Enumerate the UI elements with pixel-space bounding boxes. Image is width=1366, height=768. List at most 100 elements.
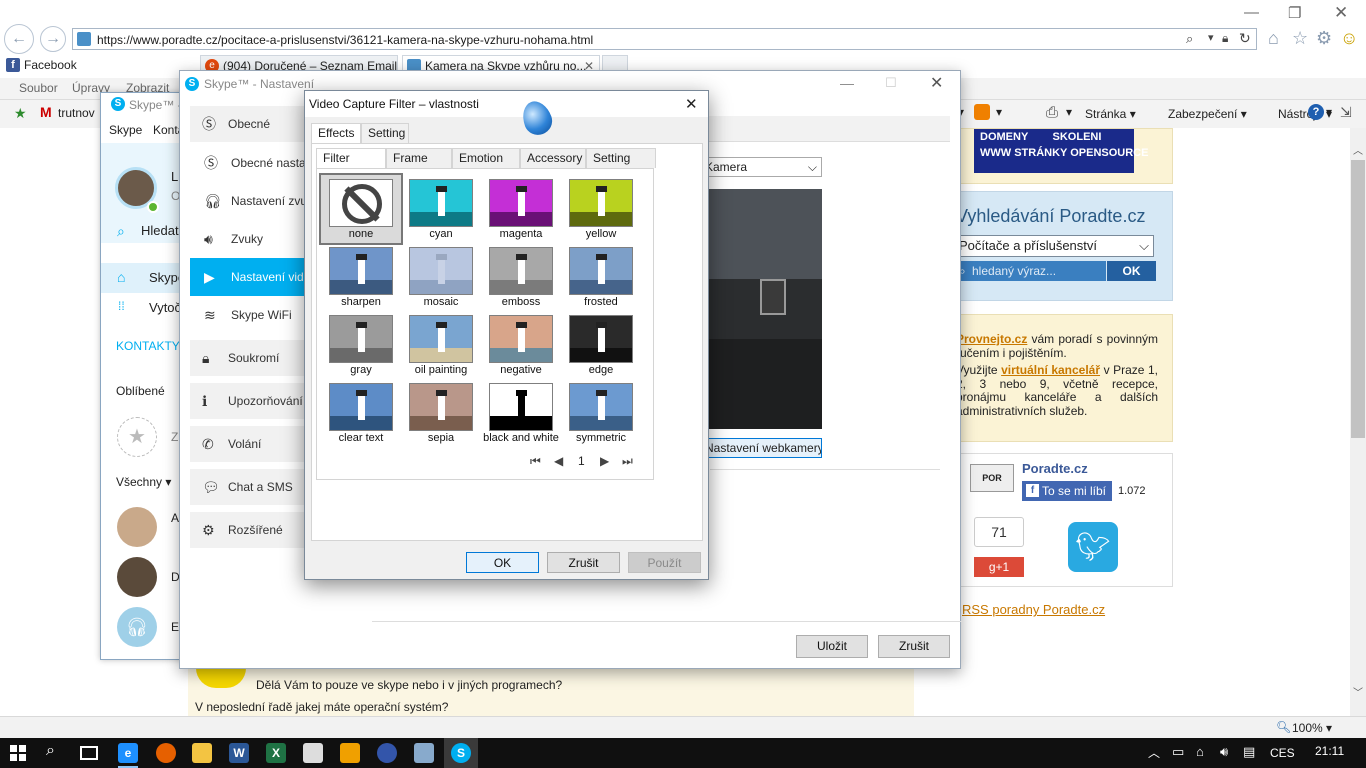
- headset-icon[interactable]: 🎧︎: [117, 607, 157, 647]
- battery-icon[interactable]: ▭: [1172, 744, 1184, 760]
- first-page-icon[interactable]: ⏮: [530, 454, 541, 469]
- maximize-icon[interactable]: ☐: [885, 75, 897, 91]
- subtab-accessory[interactable]: Accessory: [520, 148, 586, 168]
- apply-button[interactable]: Použít: [628, 552, 701, 573]
- category-privacy[interactable]: 🔒︎ Soukromí: [190, 340, 310, 376]
- sub-video-settings[interactable]: ▶ Nastavení videa: [190, 258, 310, 296]
- all-contacts-filter[interactable]: Všechny ▾: [116, 475, 171, 489]
- sub-sounds[interactable]: 🔊︎ Zvuky: [190, 220, 310, 258]
- prev-page-icon[interactable]: ◀: [554, 454, 563, 468]
- skype-taskbar-active[interactable]: S: [444, 738, 478, 768]
- help-icon[interactable]: ?: [1308, 104, 1324, 120]
- refresh-icon[interactable]: ↻: [1239, 30, 1251, 47]
- favorites-star-icon[interactable]: ☆: [1292, 28, 1308, 49]
- webcam-settings-button[interactable]: Nastavení webkamery: [700, 438, 822, 458]
- facebook-like-button[interactable]: f To se mi líbí: [1022, 481, 1112, 501]
- rss-icon[interactable]: [974, 104, 990, 120]
- camera-select[interactable]: Kamera ⌵: [700, 157, 822, 177]
- add-favorite-icon[interactable]: ★: [14, 105, 27, 122]
- notifications-icon[interactable]: ▤: [1243, 744, 1255, 760]
- menu-security[interactable]: Zabezpečení ▾: [1168, 107, 1247, 121]
- internet-explorer-icon[interactable]: e: [118, 743, 138, 763]
- save-button[interactable]: Uložit: [796, 635, 868, 658]
- filter-emboss[interactable]: emboss: [481, 243, 561, 311]
- search-category-select[interactable]: Počítače a příslušenství ⌵: [956, 235, 1154, 257]
- ok-button[interactable]: OK: [466, 552, 539, 573]
- smiley-icon[interactable]: ☺: [1340, 28, 1358, 49]
- category-advanced[interactable]: ⚙ Rozšířené: [190, 512, 310, 548]
- twitter-icon[interactable]: 🐦︎: [1068, 522, 1118, 572]
- contact-name[interactable]: E: [171, 620, 179, 634]
- app-icon[interactable]: [414, 743, 434, 763]
- print-icon[interactable]: ⎙: [1046, 104, 1058, 121]
- filter-oil-painting[interactable]: oil painting: [401, 311, 481, 379]
- subtab-emotion[interactable]: Emotion: [452, 148, 520, 168]
- filter-negative[interactable]: negative: [481, 311, 561, 379]
- cancel-button[interactable]: Zrušit: [878, 635, 950, 658]
- sub-audio-settings[interactable]: 🎧︎Nastavení zvuku: [190, 182, 310, 220]
- minimize-icon[interactable]: —: [840, 75, 854, 91]
- search-input[interactable]: ⌕ hledaný výraz...: [956, 261, 1106, 281]
- filter-cyan[interactable]: cyan: [401, 175, 481, 243]
- category-notifications[interactable]: ℹ Upozorňování: [190, 383, 310, 419]
- filter-gray[interactable]: gray: [321, 311, 401, 379]
- word-icon[interactable]: W: [229, 743, 249, 763]
- lock-icon[interactable]: 🔒︎: [1222, 31, 1228, 46]
- search-icon[interactable]: ⌕: [1186, 31, 1193, 47]
- minimize-icon[interactable]: —: [1244, 4, 1259, 21]
- filter-symmetric[interactable]: symmetric: [561, 379, 641, 447]
- filter-clear-text[interactable]: clear text: [321, 379, 401, 447]
- tab-effects[interactable]: Effects: [311, 123, 361, 143]
- scrollbar-thumb[interactable]: [1351, 160, 1365, 438]
- subtab-setting[interactable]: Setting: [586, 148, 656, 168]
- dialog-close-icon[interactable]: ✕: [685, 95, 698, 113]
- filter-magenta[interactable]: magenta: [481, 175, 561, 243]
- volume-icon[interactable]: 🔊︎: [1220, 744, 1228, 760]
- ad-link-provnejto[interactable]: Provnejto.cz: [956, 332, 1027, 346]
- menu-page[interactable]: Stránka ▾: [1085, 107, 1136, 121]
- next-page-icon[interactable]: ▶: [600, 454, 609, 468]
- back-button[interactable]: ←: [4, 24, 34, 54]
- filter-black-and-white[interactable]: black and white: [481, 379, 561, 447]
- clock[interactable]: 21:11: [1315, 744, 1344, 758]
- chevron-up-icon[interactable]: ︿: [1148, 744, 1160, 761]
- firefox-icon[interactable]: [156, 743, 176, 763]
- dialog-cancel-button[interactable]: Zrušit: [547, 552, 620, 573]
- scroll-up-icon[interactable]: ︿: [1353, 142, 1363, 157]
- filter-yellow[interactable]: yellow: [561, 175, 641, 243]
- windows-start-icon[interactable]: [10, 745, 26, 761]
- close-icon[interactable]: ✕: [930, 73, 943, 93]
- last-page-icon[interactable]: ⏭: [622, 454, 633, 469]
- gear-icon[interactable]: ⚙: [1316, 28, 1332, 49]
- social-page-name[interactable]: Poradte.cz: [1022, 461, 1088, 476]
- contact-avatar[interactable]: [117, 557, 157, 597]
- file-explorer-icon[interactable]: [192, 743, 212, 763]
- contact-name[interactable]: A: [171, 511, 179, 525]
- zoom-level[interactable]: 100% ▾: [1292, 721, 1332, 735]
- network-icon[interactable]: ⌂: [1196, 744, 1204, 759]
- subtab-filter[interactable]: Filter: [316, 148, 386, 170]
- category-general[interactable]: Ⓢ Obecné: [190, 106, 310, 142]
- search-icon[interactable]: ⌕: [46, 742, 55, 760]
- favorite-trutnov[interactable]: trutnov: [58, 106, 95, 120]
- menu-file[interactable]: Soubor: [19, 81, 58, 95]
- contacts-header[interactable]: KONTAKTY: [116, 339, 180, 353]
- sub-skype-wifi[interactable]: ≋ Skype WiFi: [190, 296, 310, 334]
- filter-sepia[interactable]: sepia: [401, 379, 481, 447]
- home-icon[interactable]: ⌂: [1268, 28, 1279, 49]
- task-view-icon[interactable]: [80, 746, 98, 760]
- calculator-icon[interactable]: [303, 743, 323, 763]
- media-player-icon[interactable]: [340, 743, 360, 763]
- restore-icon[interactable]: ❐: [1288, 4, 1301, 22]
- forward-button[interactable]: →: [40, 26, 66, 52]
- opensource-banner[interactable]: DOMENY SKOLENI WWW STRÁNKY OPENSOURCE: [974, 129, 1148, 173]
- rss-dropdown-icon[interactable]: ▾: [996, 105, 1002, 119]
- address-bar[interactable]: https://www.poradte.cz/pocitace-a-prislu…: [72, 28, 1257, 50]
- toolbar-options-icon[interactable]: ⇲: [1340, 104, 1352, 121]
- close-icon[interactable]: ✕: [1334, 3, 1348, 23]
- filter-mosaic[interactable]: mosaic: [401, 243, 481, 311]
- skype-menu-skype[interactable]: Skype: [109, 123, 142, 137]
- help-dropdown-icon[interactable]: ▾: [1326, 105, 1332, 119]
- language-indicator[interactable]: CES: [1270, 746, 1295, 760]
- filter-edge[interactable]: edge: [561, 311, 641, 379]
